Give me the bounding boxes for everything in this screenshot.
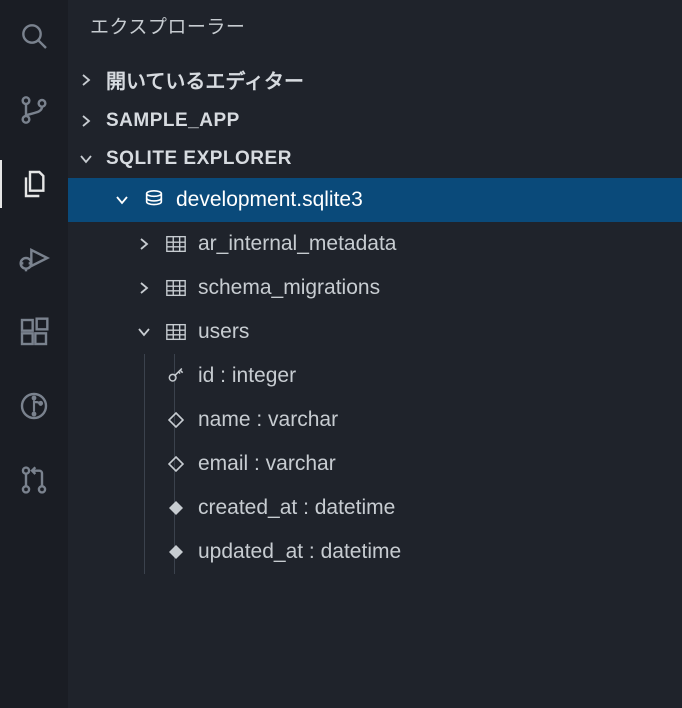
activity-bar xyxy=(0,0,68,708)
section-open-editors[interactable]: 開いているエディター xyxy=(68,57,682,102)
column-label: email : varchar xyxy=(198,452,336,476)
section-label: SQLITE EXPLORER xyxy=(106,148,292,170)
chevron-down-icon xyxy=(112,192,132,208)
column-node[interactable]: updated_at : datetime xyxy=(68,530,682,574)
key-icon xyxy=(164,366,188,386)
activity-debug[interactable] xyxy=(10,234,58,282)
diamond-outline-icon xyxy=(164,456,188,472)
column-label: id : integer xyxy=(198,364,296,388)
activity-extensions[interactable] xyxy=(10,308,58,356)
column-node[interactable]: created_at : datetime xyxy=(68,486,682,530)
section-label: SAMPLE_APP xyxy=(106,110,240,132)
diamond-outline-icon xyxy=(164,412,188,428)
column-node[interactable]: email : varchar xyxy=(68,442,682,486)
table-label: schema_migrations xyxy=(198,276,380,300)
extensions-icon xyxy=(18,316,50,348)
pull-request-icon xyxy=(18,464,50,496)
column-label: updated_at : datetime xyxy=(198,540,401,564)
chevron-down-icon xyxy=(134,324,154,340)
table-icon xyxy=(164,234,188,254)
column-label: name : varchar xyxy=(198,408,338,432)
table-icon xyxy=(164,322,188,342)
table-node[interactable]: ar_internal_metadata xyxy=(68,222,682,266)
chevron-right-icon xyxy=(76,113,96,129)
activity-git-graph[interactable] xyxy=(10,382,58,430)
table-label: ar_internal_metadata xyxy=(198,232,396,256)
debug-icon xyxy=(18,242,50,274)
panel-title: エクスプローラー xyxy=(68,0,682,57)
git-graph-icon xyxy=(18,390,50,422)
explorer-panel: エクスプローラー 開いているエディター SAMPLE_APP SQLITE EX… xyxy=(68,0,682,708)
table-icon xyxy=(164,278,188,298)
chevron-right-icon xyxy=(134,280,154,296)
files-icon xyxy=(18,168,50,200)
diamond-solid-icon xyxy=(164,544,188,560)
table-node-users[interactable]: users xyxy=(68,310,682,354)
activity-explorer[interactable] xyxy=(10,160,58,208)
diamond-solid-icon xyxy=(164,500,188,516)
table-label: users xyxy=(198,320,249,344)
database-icon xyxy=(142,189,166,211)
column-node[interactable]: name : varchar xyxy=(68,398,682,442)
search-icon xyxy=(18,20,50,52)
section-sqlite-explorer[interactable]: SQLITE EXPLORER xyxy=(68,140,682,178)
activity-search[interactable] xyxy=(10,12,58,60)
activity-source-control[interactable] xyxy=(10,86,58,134)
section-workspace[interactable]: SAMPLE_APP xyxy=(68,102,682,140)
chevron-down-icon xyxy=(76,151,96,167)
activity-pull-requests[interactable] xyxy=(10,456,58,504)
table-node[interactable]: schema_migrations xyxy=(68,266,682,310)
column-node[interactable]: id : integer xyxy=(68,354,682,398)
section-label: 開いているエディター xyxy=(106,65,304,94)
sqlite-tree: development.sqlite3 ar_internal_metadata xyxy=(68,178,682,574)
chevron-right-icon xyxy=(134,236,154,252)
column-label: created_at : datetime xyxy=(198,496,395,520)
database-label: development.sqlite3 xyxy=(176,188,363,212)
chevron-right-icon xyxy=(76,72,96,88)
database-node[interactable]: development.sqlite3 xyxy=(68,178,682,222)
branch-icon xyxy=(18,94,50,126)
